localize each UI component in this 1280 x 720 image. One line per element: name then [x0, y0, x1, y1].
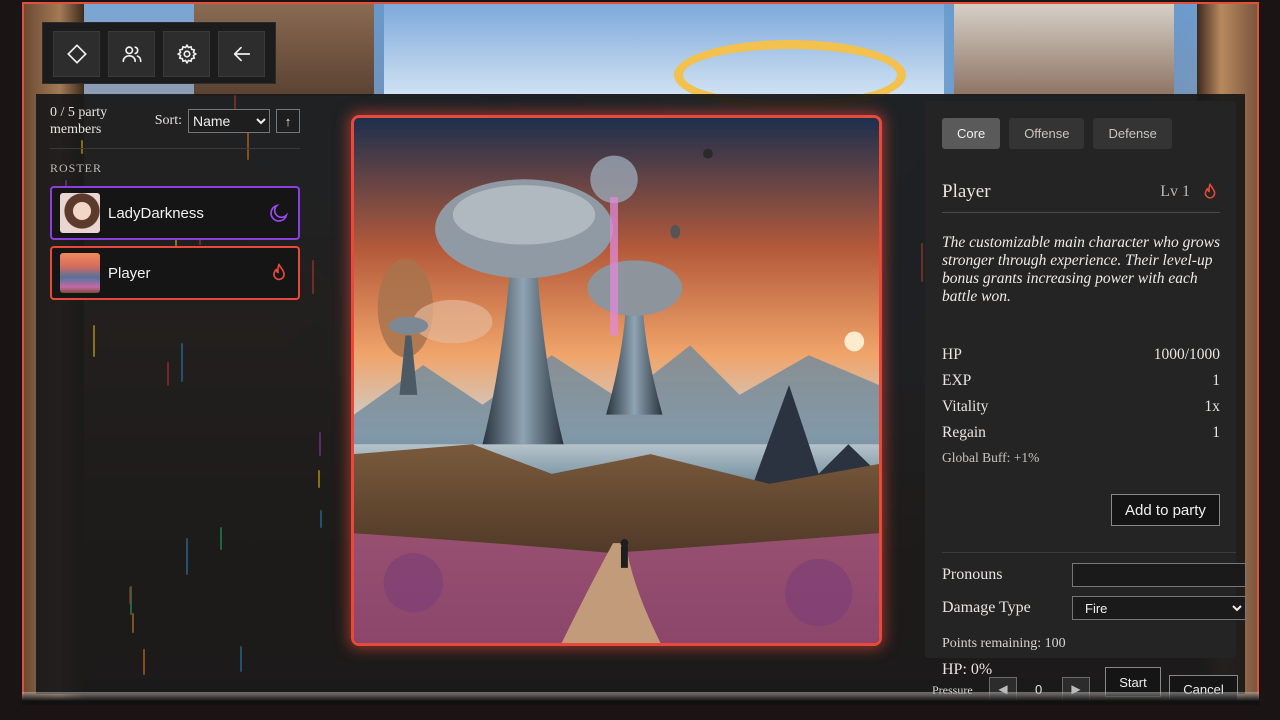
- sort-select[interactable]: Name: [188, 109, 270, 133]
- pronouns-input[interactable]: [1072, 563, 1246, 587]
- tab-core[interactable]: Core: [942, 118, 1001, 149]
- points-remaining: Points remaining: 100: [942, 636, 1066, 651]
- rain-streak: [319, 431, 322, 457]
- top-toolbar: [42, 22, 276, 84]
- roster-card-name: LadyDarkness: [108, 204, 204, 222]
- roster-card-player[interactable]: Player: [50, 246, 300, 300]
- rain-streak: [220, 526, 223, 550]
- diamond-icon: [66, 44, 87, 64]
- detail-tabs: Core Offense Defense: [942, 118, 1172, 149]
- rain-streak: [312, 259, 315, 295]
- rain-streak: [128, 587, 131, 604]
- hp-percent: HP: 0%: [942, 661, 993, 678]
- character-header: Player Lv 1: [942, 181, 1220, 213]
- stat-row: Vitality 1x: [942, 398, 1220, 424]
- background-house: [954, 4, 1174, 96]
- character-detail-panel: Core Offense Defense Player Lv 1 The cus…: [925, 101, 1246, 658]
- stat-value: 1: [1212, 372, 1220, 389]
- bottom-edge: [22, 692, 1259, 705]
- rain-streak: [186, 538, 189, 576]
- rain-streak: [143, 648, 146, 675]
- rain-streak: [240, 645, 243, 672]
- roster-card-name: Player: [108, 264, 151, 282]
- stat-row: EXP 1: [942, 372, 1220, 398]
- roster-panel: 0 / 5 party members Sort: Name ↑ ROSTER …: [50, 104, 300, 300]
- stat-value: 1: [1212, 424, 1220, 441]
- damage-type-label: Damage Type: [942, 599, 1031, 616]
- roster-card-ladydarkness[interactable]: LadyDarkness: [50, 186, 300, 240]
- roster-title: ROSTER: [50, 161, 103, 175]
- rain-streak: [920, 243, 923, 283]
- stat-label: EXP: [942, 372, 972, 389]
- party-button[interactable]: [108, 31, 155, 77]
- tab-offense[interactable]: Offense: [1009, 118, 1085, 149]
- users-icon: [121, 46, 142, 63]
- stats-list: HP 1000/1000 EXP 1 Vitality 1x Regain 1 …: [942, 346, 1220, 466]
- damage-type-select[interactable]: Fire: [1072, 596, 1246, 620]
- divider: [942, 552, 1236, 553]
- damage-type-row: Damage Type Fire: [942, 596, 1246, 620]
- rain-streak: [131, 612, 134, 633]
- flame-icon: [268, 262, 290, 284]
- add-to-party-button[interactable]: Add to party: [1111, 494, 1220, 526]
- rain-streak: [318, 470, 321, 489]
- roster-header: 0 / 5 party members Sort: Name ↑: [50, 104, 300, 149]
- moon-icon: [268, 202, 290, 224]
- stat-label: Vitality: [942, 398, 989, 415]
- avatar: [60, 193, 100, 233]
- sort-control: Sort: Name ↑: [155, 109, 300, 133]
- back-arrow-icon: [233, 46, 250, 62]
- settings-button[interactable]: [163, 31, 210, 77]
- character-name: Player: [942, 181, 991, 202]
- sort-label: Sort:: [154, 113, 182, 128]
- stat-value: 1x: [1204, 398, 1221, 415]
- stat-value: 1000/1000: [1153, 346, 1220, 363]
- home-button[interactable]: [53, 31, 100, 77]
- character-portrait: [351, 115, 882, 646]
- party-count: 0 / 5 party members: [50, 105, 108, 137]
- avatar: [60, 253, 100, 293]
- character-description: The customizable main character who grow…: [942, 234, 1220, 305]
- rain-streak: [166, 361, 169, 387]
- sort-direction-button[interactable]: ↑: [276, 109, 300, 133]
- character-level: Lv 1: [1160, 183, 1190, 200]
- pronouns-label: Pronouns: [942, 566, 1003, 583]
- stat-label: HP: [942, 346, 962, 363]
- stat-label: Regain: [942, 424, 986, 441]
- pronouns-row: Pronouns: [942, 563, 1246, 587]
- flame-icon: [1204, 183, 1216, 199]
- rain-streak: [180, 342, 183, 382]
- stat-row: HP 1000/1000: [942, 346, 1220, 372]
- back-button[interactable]: [218, 31, 265, 77]
- rain-streak: [93, 324, 96, 357]
- global-buff: Global Buff: +1%: [942, 450, 1040, 465]
- gear-icon: [176, 43, 197, 65]
- stat-row: Regain 1: [942, 424, 1220, 450]
- rain-streak: [320, 510, 323, 528]
- tab-defense[interactable]: Defense: [1093, 118, 1172, 149]
